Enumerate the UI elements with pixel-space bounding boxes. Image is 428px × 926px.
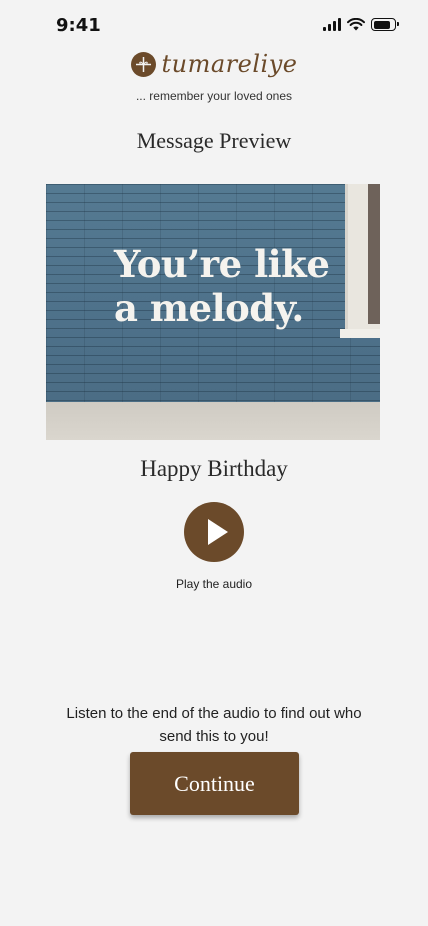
- status-time: 9:41: [56, 15, 101, 36]
- cellular-signal-icon: [323, 18, 341, 31]
- page-title: Message Preview: [136, 128, 292, 153]
- brand-tagline: ... remember your loved ones: [135, 89, 293, 103]
- occasion-title: Happy Birthday: [140, 456, 288, 481]
- status-bar: 9:41: [0, 0, 428, 50]
- card-image-caption: You’re like a melody.: [114, 242, 330, 330]
- play-audio-button[interactable]: [184, 502, 244, 562]
- battery-icon: [371, 18, 399, 31]
- continue-button[interactable]: Continue: [130, 752, 299, 815]
- play-audio-label: Play the audio: [175, 577, 253, 591]
- play-icon: [208, 519, 228, 545]
- brand-logo: tumareliye: [0, 50, 428, 78]
- wifi-icon: [347, 18, 365, 31]
- brand-name: tumareliye: [161, 50, 298, 78]
- instructions-text: Listen to the end of the audio to find o…: [66, 705, 362, 745]
- message-card-image: You’re like a melody.: [46, 184, 380, 440]
- status-icons: [323, 18, 399, 31]
- gift-logo-icon: [130, 51, 156, 77]
